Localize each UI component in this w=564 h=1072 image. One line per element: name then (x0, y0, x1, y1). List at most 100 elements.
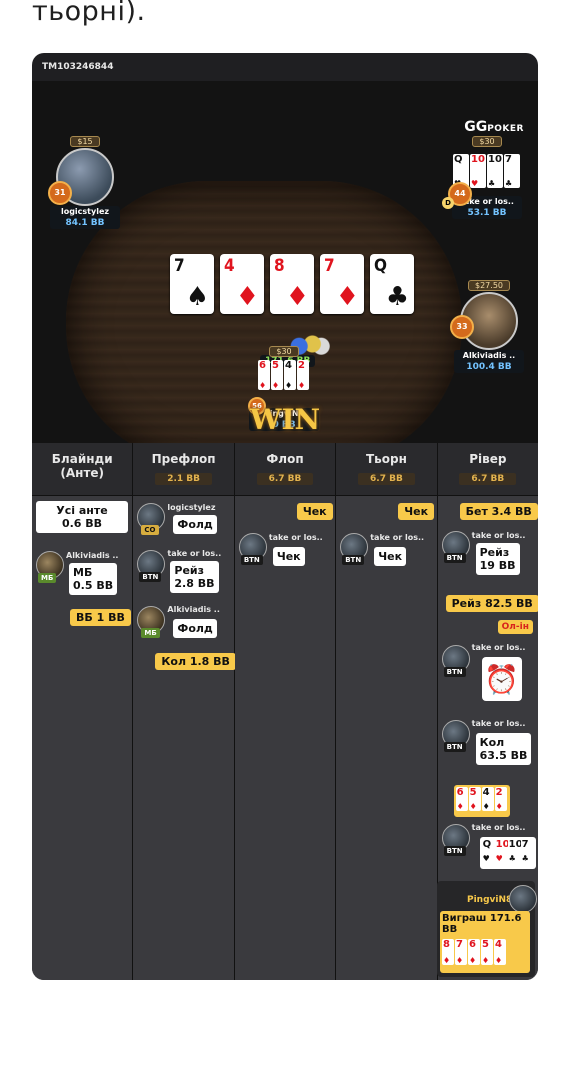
action-box: Кол 63.5 BB (475, 733, 532, 765)
check-chip: Чек (296, 503, 333, 520)
playing-card: 5 ♦ (468, 787, 481, 811)
col-turn: Тьорн 6.7 BB Чек BTN take or los.. Чек (336, 443, 438, 980)
playing-card: 4 ♦ (494, 939, 506, 965)
avatar (509, 885, 537, 913)
player-name: take or los.. (268, 533, 323, 542)
level-badge: 31 (48, 181, 72, 205)
column-title: Префлоп (151, 452, 216, 466)
community-cards: 7 ♠ 4 ♦ 8 ♦ 7 ♦ Q ♣ (170, 254, 414, 314)
playing-card: 4 ♦ (220, 254, 264, 314)
winning-cards: 8 ♦ 7 ♦ 6 ♦ 5 ♦ 4 ♦ (442, 939, 530, 969)
column-pot: 6.7 BB (459, 473, 517, 485)
shown-cards: Q ♥ 10 ♥ 10 ♣ 7 ♣ (479, 837, 536, 869)
position-badge: BTN (139, 572, 162, 582)
playing-card: 6 ♦ (258, 360, 270, 390)
column-title: Флоп (266, 452, 304, 466)
winner-panel: PingviN8 Виграш 171.6 BB 8 ♦ 7 ♦ 6 ♦ 5 ♦ 4 ♦ (437, 881, 537, 977)
bet-chip: Бет 3.4 BB (459, 503, 538, 520)
player-name: Alkiviadis .. (66, 551, 119, 560)
action-box: Рейз 19 BB (475, 543, 520, 575)
player-stack: 84.1 BB (50, 217, 120, 229)
playing-card: 7 ♠ (170, 254, 214, 314)
column-title: Тьорн (365, 452, 407, 466)
win-label: Виграш 171.6 BB (442, 913, 522, 935)
player-name: Alkiviadis .. (454, 350, 524, 361)
playing-card: 2 ♦ (297, 360, 309, 390)
position-badge: CO (141, 525, 159, 535)
column-title: Блайнди (Анте) (51, 452, 113, 480)
win-box: Виграш 171.6 BB 8 ♦ 7 ♦ 6 ♦ 5 ♦ 4 ♦ (440, 911, 530, 973)
call-chip: Кол 1.8 BB (155, 653, 236, 670)
playing-card: 7 ♦ (320, 254, 364, 314)
playing-card: 7 ♣ (520, 839, 533, 863)
position-badge: BTN (443, 553, 466, 563)
action-box: Фолд (173, 515, 217, 534)
col-blinds: Блайнди (Анте) Усі анте 0.6 BB МБ Alkivia… (32, 443, 134, 980)
alarm-clock-icon: ⏰ (481, 657, 522, 701)
playing-card: 6 ♦ (468, 939, 480, 965)
playing-card: 7 ♣ (504, 154, 520, 188)
position-badge: BTN (443, 742, 466, 752)
ante-box: Усі анте 0.6 BB (36, 501, 128, 533)
action-box: Рейз 2.8 BB (170, 561, 219, 593)
bet-chip: $27.50 (468, 280, 510, 291)
player-name: take or los.. (471, 643, 526, 652)
col-flop: Флоп 6.7 BB Чек BTN take or los.. Чек (234, 443, 337, 980)
allin-chip: Ол-ін (497, 620, 533, 634)
hole-cards: 6 ♦ 5 ♦ 4 ♦ 2 ♦ (244, 360, 324, 394)
column-pot: 2.1 BB (155, 473, 212, 485)
bet-chip: $30 (472, 136, 502, 147)
action-box: Фолд (173, 619, 217, 638)
player-name: logicstylez (167, 503, 216, 512)
playing-card: 5 ♦ (481, 939, 493, 965)
shown-cards: 6 ♦ 5 ♦ 4 ♦ 2 ♦ (453, 785, 510, 817)
player-name: Alkiviadis .. (167, 605, 220, 614)
seat-take-or-lose[interactable]: $30 Q♥10♥10♣7♣ take or los.. 53.1 BB 44 … (442, 129, 532, 219)
bet-chip: $15 (70, 136, 100, 147)
playing-card: Q♥ (481, 839, 494, 863)
player-name: take or los.. (167, 549, 222, 558)
column-pot: 6.7 BB (358, 473, 415, 485)
big-blind-chip: ВБ 1 BB (70, 609, 131, 626)
playing-card: 8 ♦ (270, 254, 314, 314)
win-banner: WIN (250, 403, 321, 436)
bet-chip: $30 (269, 346, 299, 357)
check-chip: Чек (398, 503, 435, 520)
position-badge: BTN (443, 667, 466, 677)
playing-card: 10 ♥ (470, 154, 486, 188)
playing-card: Q ♣ (370, 254, 414, 314)
column-title: Рівер (469, 452, 507, 466)
position-badge: МБ (141, 628, 160, 638)
position-badge: BTN (443, 846, 466, 856)
player-name: take or los.. (471, 531, 526, 540)
winner-name: PingviN8 (467, 895, 513, 905)
action-box: Чек (272, 547, 305, 566)
playing-card: 4 ♦ (284, 360, 296, 390)
player-name: take or los.. (471, 719, 526, 728)
playing-card: 8 ♦ (442, 939, 454, 965)
playing-card: 6 ♦ (455, 787, 468, 811)
hand-id: TM103246844 (42, 62, 114, 72)
player-stack: 53.1 BB (452, 207, 522, 219)
position-badge: BTN (342, 555, 365, 565)
seat-logicstylez[interactable]: $15 logicstylez 84.1 BB 31 (42, 129, 128, 229)
playing-card: 7 ♦ (455, 939, 467, 965)
player-name: logicstylez (50, 206, 120, 217)
col-preflop: Префлоп 2.1 BB CO logicstylez Фолд BTN ta… (133, 443, 236, 980)
seat-alkiviadis[interactable]: $27.50 Alkiviadis .. 100.4 BB 33 (446, 273, 532, 373)
poker-table-area: GGPOKER $15 logicstylez 84.1 BB 31 $30 Q… (32, 81, 538, 466)
playing-card: 4 ♦ (481, 787, 494, 811)
raise-chip: Рейз 82.5 BB (445, 595, 538, 612)
action-box: Чек (374, 547, 407, 566)
playing-card: 10 ♥ (494, 839, 510, 863)
player-stack: 100.4 BB (454, 361, 524, 373)
player-name: take or los.. (471, 823, 526, 832)
dealer-button: D (442, 197, 454, 209)
hand-replay-panel: TM103246844 GGPOKER $15 logicstylez 84.1… (32, 53, 538, 980)
level-badge: 33 (450, 315, 474, 339)
playing-card: 10 ♣ (507, 839, 523, 863)
page-text-fragment: тьорні). (32, 0, 146, 27)
column-pot: 6.7 BB (256, 473, 314, 485)
player-name: take or los.. (370, 533, 425, 542)
position-badge: МБ (38, 573, 57, 583)
